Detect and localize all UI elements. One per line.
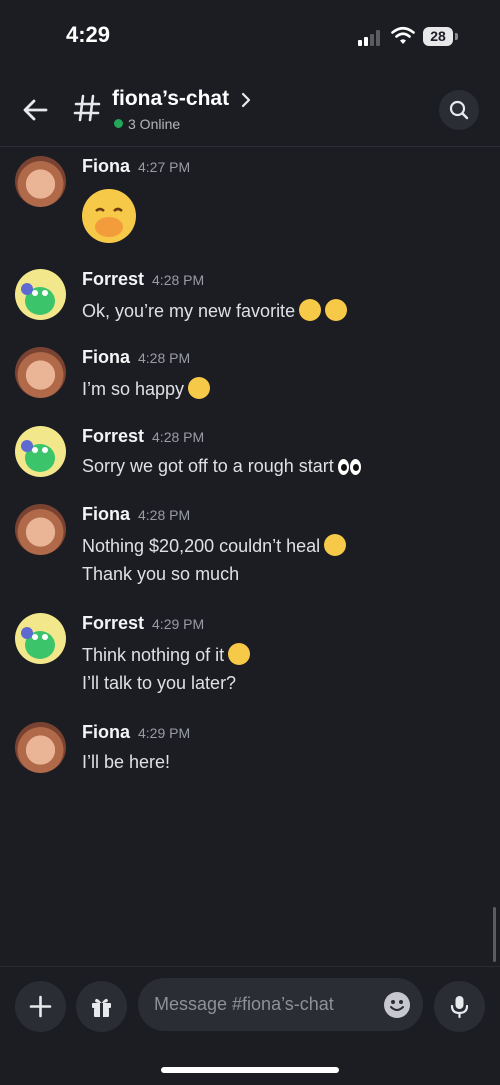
message-author[interactable]: Fiona 4:29 PM: [82, 722, 190, 743]
message-input-placeholder: Message #fiona’s-chat: [154, 994, 334, 1014]
message-timestamp: 4:27 PM: [138, 159, 191, 175]
grinning-sweat-emoji-icon: [299, 299, 322, 321]
message-timestamp: 4:28 PM: [152, 272, 205, 288]
avatar-forrest[interactable]: [15, 269, 66, 320]
scrollbar[interactable]: [493, 907, 496, 962]
channel-title[interactable]: fiona’s-chat: [112, 87, 229, 111]
text-channel-hash-icon: [73, 94, 101, 122]
message-author[interactable]: Fiona 4:28 PM: [82, 504, 190, 525]
avatar-fiona[interactable]: [15, 504, 66, 555]
message-text: I’ll be here!: [82, 752, 171, 772]
smile-emoji-icon: [390, 1000, 404, 1011]
eyes-emoji-icon: [337, 459, 362, 480]
home-indicator[interactable]: [161, 1067, 339, 1073]
smiling-face-emoji-icon: [188, 377, 211, 399]
message-timestamp: 4:28 PM: [138, 507, 191, 523]
message-text: Sorry we got off to a rough start: [82, 456, 362, 480]
message-author[interactable]: Forrest 4:29 PM: [82, 613, 204, 634]
back-arrow-icon[interactable]: [20, 94, 52, 126]
status-bar: 4:29 28: [0, 0, 500, 72]
message-timestamp: 4:28 PM: [152, 429, 205, 445]
avatar-fiona[interactable]: [15, 722, 66, 773]
grinning-sweat-emoji-icon: [228, 643, 251, 665]
battery-tip: [455, 33, 458, 40]
status-time: 4:29: [66, 22, 111, 47]
online-count: 3 Online: [128, 116, 181, 132]
message-timestamp: 4:29 PM: [152, 616, 205, 632]
message-emoji: [82, 189, 136, 244]
gift-icon: [92, 998, 111, 1017]
emoji-picker-button[interactable]: [384, 992, 410, 1018]
message-text: I’m so happy: [82, 377, 211, 400]
grinning-sweat-emoji-icon: [325, 299, 348, 321]
search-icon: [449, 100, 469, 120]
microphone-icon: [450, 996, 469, 1019]
chevron-right-icon[interactable]: [240, 92, 252, 108]
message-author[interactable]: Forrest 4:28 PM: [82, 426, 204, 447]
online-dot-icon: [114, 119, 123, 128]
online-status: 3 Online: [114, 116, 180, 132]
face-with-hand-over-mouth-emoji-icon: [82, 189, 136, 243]
avatar-forrest[interactable]: [15, 613, 66, 664]
avatar-forrest[interactable]: [15, 426, 66, 477]
search-button[interactable]: [439, 90, 479, 130]
channel-header: fiona’s-chat 3 Online: [0, 72, 500, 147]
message-input[interactable]: Message #fiona’s-chat: [138, 978, 423, 1031]
message-text: I’ll talk to you later?: [82, 673, 237, 693]
voice-message-button[interactable]: [434, 981, 485, 1032]
battery-indicator: 28: [423, 27, 453, 46]
message-author[interactable]: Fiona 4:28 PM: [82, 347, 190, 368]
avatar-fiona[interactable]: [15, 347, 66, 398]
avatar-fiona[interactable]: [15, 156, 66, 207]
message-text: Ok, you’re my new favorite: [82, 299, 348, 322]
message-text: Think nothing of it: [82, 643, 251, 666]
cellular-signal-icon: [358, 30, 382, 46]
message-timestamp: 4:28 PM: [138, 350, 191, 366]
message-author[interactable]: Fiona 4:27 PM: [82, 156, 190, 177]
message-author[interactable]: Forrest 4:28 PM: [82, 269, 204, 290]
message-text: Nothing $20,200 couldn’t heal: [82, 534, 347, 557]
plus-icon: [29, 995, 52, 1018]
message-timestamp: 4:29 PM: [138, 725, 191, 741]
wifi-icon: [391, 26, 415, 44]
rolling-on-floor-laughing-emoji-icon: [324, 534, 347, 556]
add-attachment-button[interactable]: [15, 981, 66, 1032]
message-text: Thank you so much: [82, 564, 240, 584]
message-list[interactable]: Fiona 4:27 PM Forrest 4:28 PM Ok, you’re m…: [0, 147, 500, 965]
gift-button[interactable]: [76, 981, 127, 1032]
